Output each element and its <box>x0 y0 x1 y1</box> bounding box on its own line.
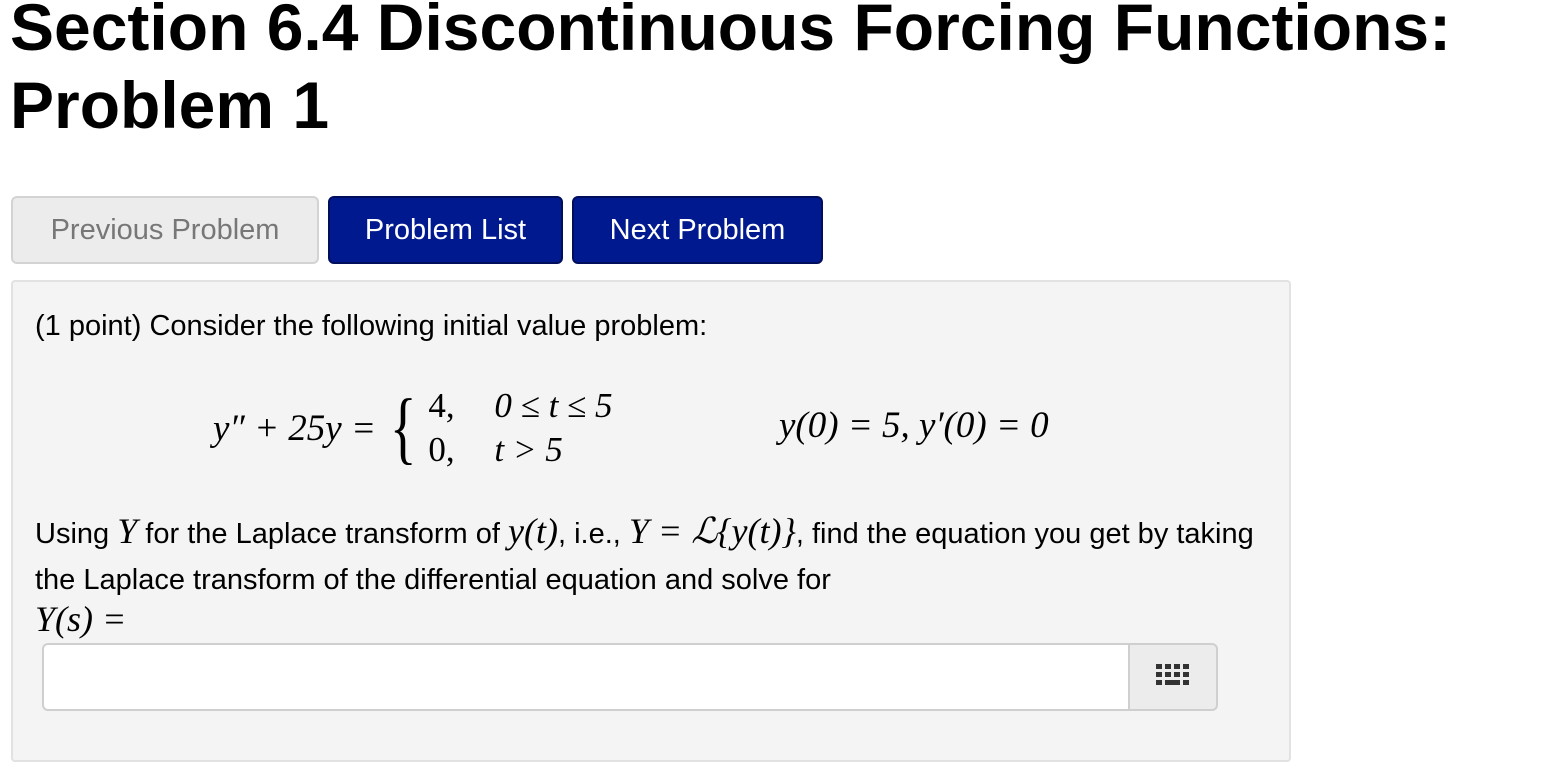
case-row: 0, t > 5 <box>428 430 612 470</box>
problem-panel: (1 point) Consider the following initial… <box>11 280 1291 762</box>
case-condition: t > 5 <box>494 430 563 469</box>
page-title-line1: Section 6.4 Discontinuous Forcing Functi… <box>10 0 1452 64</box>
case-row: 4, 0 ≤ t ≤ 5 <box>428 386 612 426</box>
equation-editor-button[interactable] <box>1128 643 1218 711</box>
instruction-math: Y = ℒ{y(t)} <box>628 511 796 551</box>
grid-icon <box>1156 664 1189 685</box>
answer-input[interactable] <box>42 643 1128 711</box>
page-title-line2: Problem 1 <box>10 68 330 142</box>
instruction-text: , i.e., <box>557 518 629 550</box>
next-problem-button[interactable]: Next Problem <box>572 196 823 264</box>
instruction-math: Y <box>117 511 138 551</box>
answer-label: Y(s) = <box>35 599 127 639</box>
initial-conditions: y(0) = 5, y′(0) = 0 <box>779 405 1049 446</box>
case-value: 0, <box>428 430 455 469</box>
page-title: Section 6.4 Discontinuous Forcing Functi… <box>10 0 1451 144</box>
problem-navigation: Previous Problem Problem List Next Probl… <box>11 196 823 264</box>
problem-intro: (1 point) Consider the following initial… <box>35 310 708 342</box>
problem-list-button[interactable]: Problem List <box>328 196 563 264</box>
instruction-text: Using <box>35 518 118 550</box>
instruction-text: for the Laplace transform of <box>137 518 508 550</box>
differential-equation: y″ + 25y = { 4, 0 ≤ t ≤ 5 0, t > 5 <box>213 380 613 476</box>
previous-problem-button[interactable]: Previous Problem <box>11 196 319 264</box>
answer-row <box>42 643 1218 711</box>
case-value: 4, <box>428 386 455 425</box>
instruction-math: y(t) <box>507 511 558 551</box>
case-condition: 0 ≤ t ≤ 5 <box>494 386 613 425</box>
problem-instruction: Using Y for the Laplace transform of y(t… <box>35 508 1285 603</box>
equation-lhs: y″ + 25y = <box>213 407 376 449</box>
piecewise-cases: 4, 0 ≤ t ≤ 5 0, t > 5 <box>428 386 612 470</box>
cases-brace: { <box>389 384 417 472</box>
